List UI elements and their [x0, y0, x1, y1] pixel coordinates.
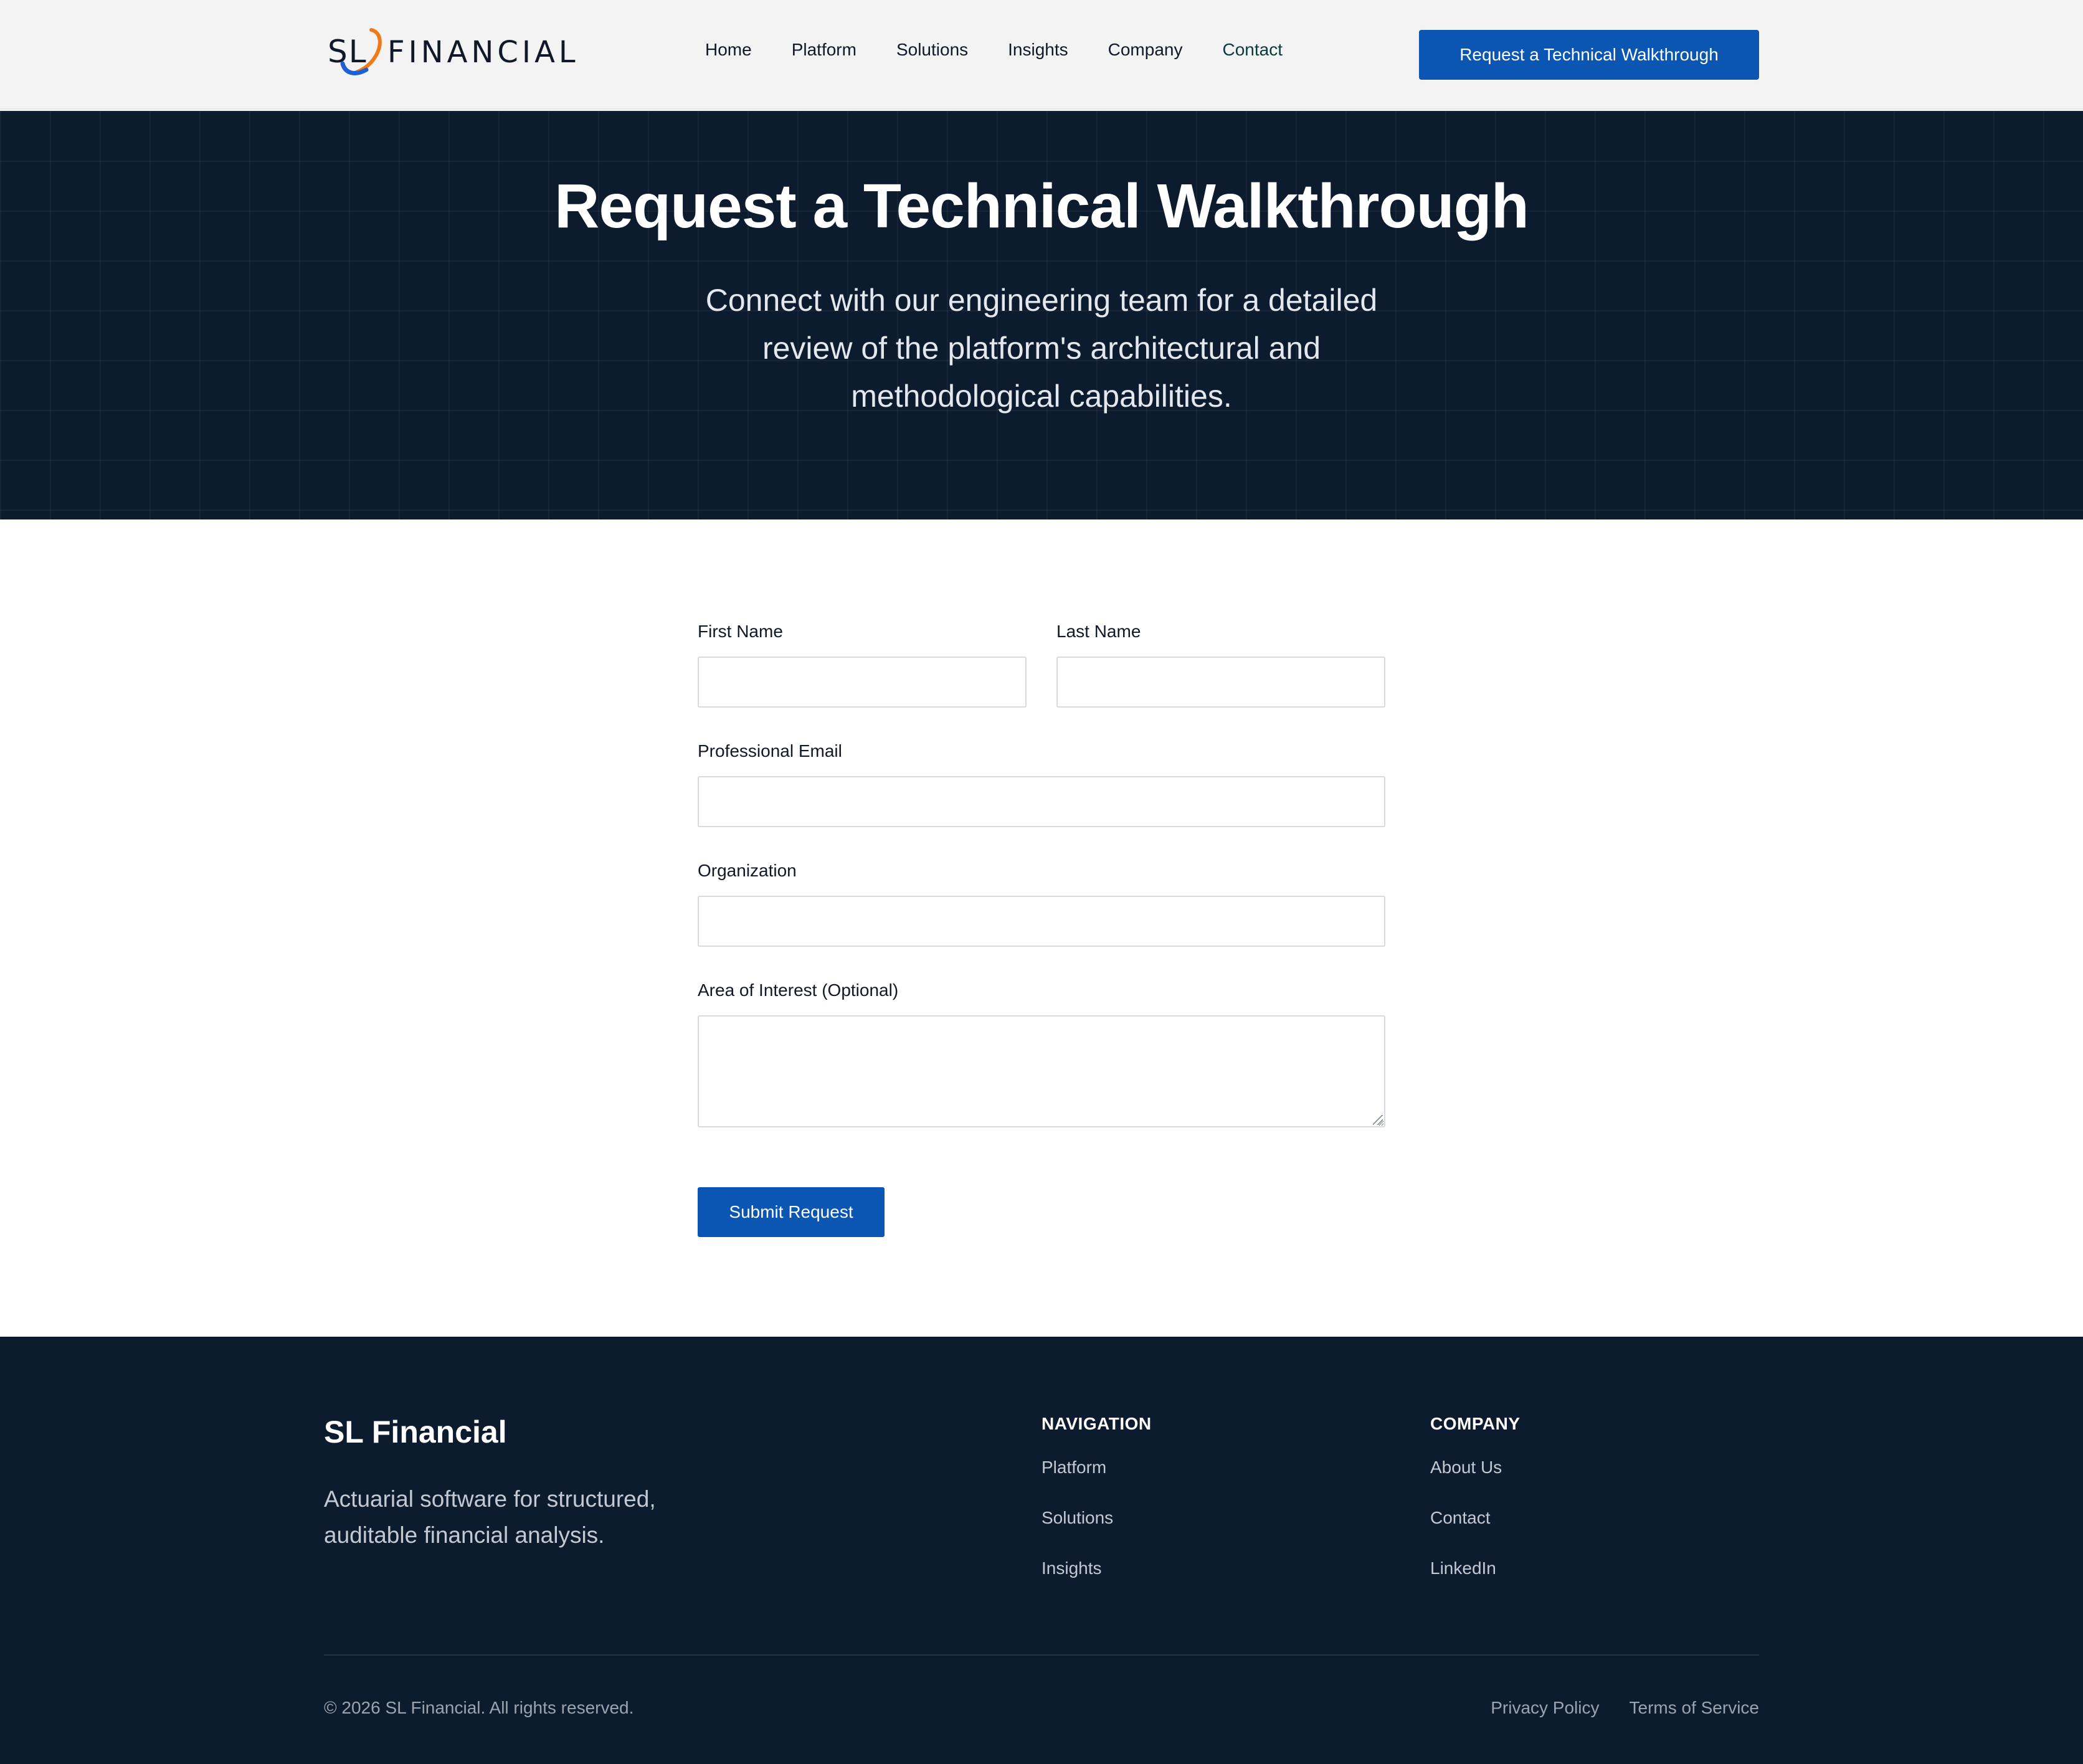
nav-link-contact[interactable]: Contact: [1222, 40, 1283, 60]
nav-link-platform[interactable]: Platform: [792, 40, 856, 60]
interest-textarea[interactable]: [698, 1015, 1385, 1127]
first-name-label: First Name: [698, 622, 783, 641]
email-label: Professional Email: [698, 741, 842, 761]
submit-request-button[interactable]: Submit Request: [698, 1187, 885, 1237]
footer-divider: [324, 1654, 1759, 1656]
footer-company-column: COMPANY About Us Contact LinkedIn: [1430, 1414, 1521, 1609]
logo-wordmark: FINANCIAL: [387, 35, 579, 70]
organization-input[interactable]: [698, 896, 1385, 947]
footer-tagline: Actuarial software for structured, audit…: [324, 1486, 656, 1548]
nav-link-insights[interactable]: Insights: [1008, 40, 1068, 60]
nav-link-home[interactable]: Home: [705, 40, 752, 60]
first-name-input[interactable]: [698, 657, 1027, 708]
legal-links: Privacy Policy Terms of Service: [1491, 1698, 1759, 1718]
footer-link-contact[interactable]: Contact: [1430, 1508, 1521, 1528]
footer-brand: SL Financial: [324, 1415, 507, 1449]
interest-textarea-wrap: [698, 1015, 1385, 1127]
footer-link-insights[interactable]: Insights: [1042, 1558, 1152, 1578]
footer-navigation-column: NAVIGATION Platform Solutions Insights: [1042, 1414, 1152, 1609]
footer-link-platform[interactable]: Platform: [1042, 1458, 1152, 1477]
footer-link-solutions[interactable]: Solutions: [1042, 1508, 1152, 1528]
footer-company-heading: COMPANY: [1430, 1414, 1521, 1433]
terms-of-service-link[interactable]: Terms of Service: [1630, 1698, 1760, 1718]
page-title: Request a Technical Walkthrough: [554, 171, 1529, 241]
hero-section: Request a Technical Walkthrough Connect …: [0, 111, 2083, 519]
logo[interactable]: SL FINANCIAL: [326, 25, 600, 81]
copyright-text: © 2026 SL Financial. All rights reserved…: [324, 1698, 634, 1717]
main-nav: Home Platform Solutions Insights Company…: [705, 40, 1322, 60]
footer-navigation-heading: NAVIGATION: [1042, 1414, 1152, 1433]
resize-grip-icon[interactable]: [1373, 1115, 1383, 1125]
site-header: SL FINANCIAL Home Platform Solutions Ins…: [0, 0, 2083, 110]
last-name-input[interactable]: [1056, 657, 1385, 708]
last-name-label: Last Name: [1056, 622, 1141, 641]
site-footer: SL Financial Actuarial software for stru…: [0, 1337, 2083, 1764]
request-walkthrough-button[interactable]: Request a Technical Walkthrough: [1419, 30, 1759, 80]
organization-label: Organization: [698, 861, 797, 880]
nav-link-solutions[interactable]: Solutions: [896, 40, 968, 60]
footer-link-about-us[interactable]: About Us: [1430, 1458, 1521, 1477]
email-field[interactable]: [698, 776, 1385, 827]
hero-subtitle: Connect with our engineering team for a …: [705, 283, 1378, 414]
privacy-policy-link[interactable]: Privacy Policy: [1491, 1698, 1599, 1718]
footer-link-linkedin[interactable]: LinkedIn: [1430, 1558, 1521, 1578]
nav-link-company[interactable]: Company: [1108, 40, 1183, 60]
interest-label: Area of Interest (Optional): [698, 980, 899, 1000]
